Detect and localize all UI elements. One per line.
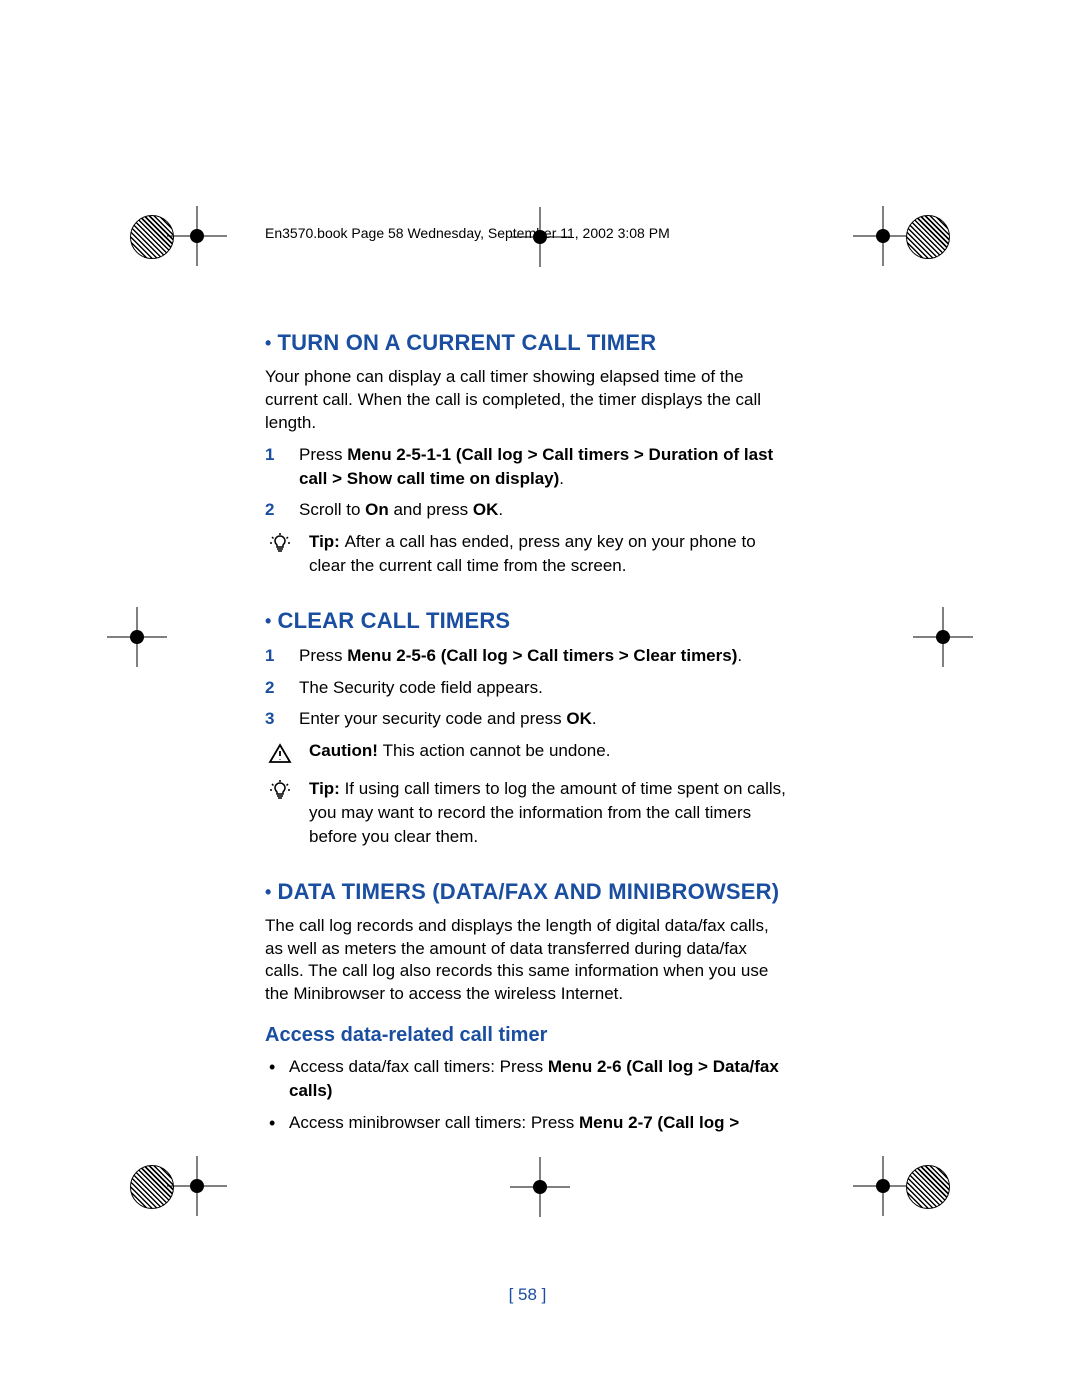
section3-intro: The call log records and displays the le… (265, 915, 790, 1007)
subsection-heading: Access data-related call timer (265, 1024, 790, 1047)
tip-row: Tip: After a call has ended, press any k… (265, 530, 790, 578)
caution-row: Caution! This action cannot be undone. (265, 739, 790, 769)
step-number: 1 (265, 644, 283, 668)
step-number: 2 (265, 676, 283, 700)
content-area: • TURN ON A CURRENT CALL TIMER Your phone… (265, 300, 790, 1143)
heading-text: TURN ON A CURRENT CALL TIMER (278, 330, 657, 355)
section1-intro: Your phone can display a call timer show… (265, 366, 790, 435)
step-text: Press Menu 2-5-1-1 (Call log > Call time… (299, 443, 790, 491)
header-meta: En3570.book Page 58 Wednesday, September… (265, 225, 670, 241)
warning-triangle-icon (265, 739, 295, 769)
step-text: Press Menu 2-5-6 (Call log > Call timers… (299, 644, 790, 668)
list-item: Access data/fax call timers: Press Menu … (265, 1055, 790, 1103)
step-text: The Security code field appears. (299, 676, 790, 700)
step-row: 2 The Security code field appears. (265, 676, 790, 700)
crop-target-icon (906, 1165, 950, 1209)
step-number: 2 (265, 498, 283, 522)
section-heading-1: • TURN ON A CURRENT CALL TIMER (265, 330, 790, 356)
crop-target-icon (130, 1165, 174, 1209)
heading-text: DATA TIMERS (DATA/FAX AND MINIBROWSER) (278, 879, 780, 904)
section-heading-3: • DATA TIMERS (DATA/FAX AND MINIBROWSER) (265, 879, 790, 905)
bullet-icon: • (265, 611, 272, 631)
caution-text: Caution! This action cannot be undone. (309, 739, 790, 763)
step-row: 3 Enter your security code and press OK. (265, 707, 790, 731)
step-row: 2 Scroll to On and press OK. (265, 498, 790, 522)
crop-row-bottom (0, 1165, 1080, 1209)
step-text: Scroll to On and press OK. (299, 498, 790, 522)
step-number: 1 (265, 443, 283, 491)
tip-row: Tip: If using call timers to log the amo… (265, 777, 790, 848)
tip-text: Tip: After a call has ended, press any k… (309, 530, 790, 578)
section-heading-2: • CLEAR CALL TIMERS (265, 608, 790, 634)
crop-side-icon (936, 630, 950, 644)
page: En3570.book Page 58 Wednesday, September… (0, 0, 1080, 1397)
crop-target-icon (906, 215, 950, 259)
page-number: [ 58 ] (265, 1285, 790, 1305)
list-item: Access minibrowser call timers: Press Me… (265, 1111, 790, 1135)
crop-side-icon (130, 630, 144, 644)
tip-text: Tip: If using call timers to log the amo… (309, 777, 790, 848)
step-number: 3 (265, 707, 283, 731)
heading-text: CLEAR CALL TIMERS (278, 608, 511, 633)
step-row: 1 Press Menu 2-5-1-1 (Call log > Call ti… (265, 443, 790, 491)
bullet-list: Access data/fax call timers: Press Menu … (265, 1055, 790, 1134)
crop-target-icon (130, 215, 174, 259)
step-text: Enter your security code and press OK. (299, 707, 790, 731)
bullet-icon: • (265, 333, 272, 353)
lightbulb-tip-icon (265, 777, 295, 807)
lightbulb-tip-icon (265, 530, 295, 560)
bullet-icon: • (265, 882, 272, 902)
crop-center-icon (533, 1180, 547, 1194)
step-row: 1 Press Menu 2-5-6 (Call log > Call time… (265, 644, 790, 668)
